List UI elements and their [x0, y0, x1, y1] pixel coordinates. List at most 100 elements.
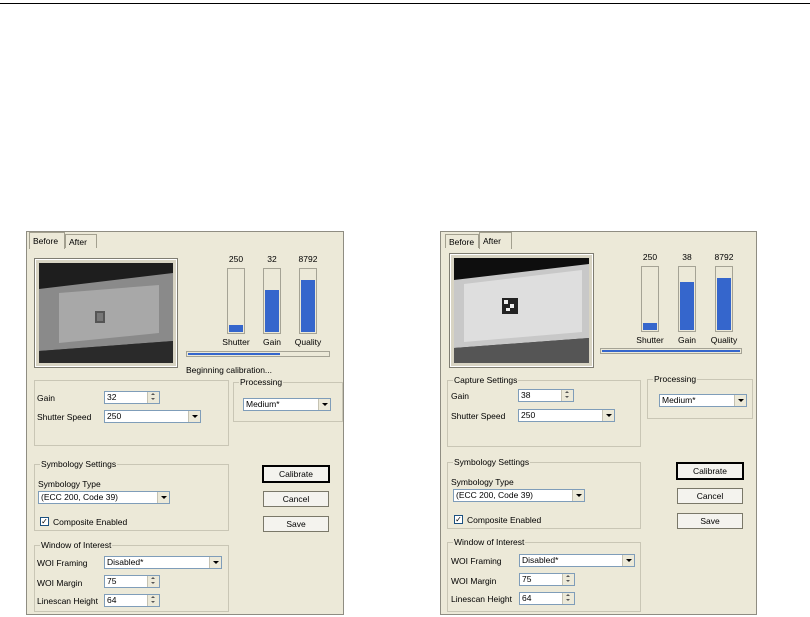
progress-fill — [602, 350, 740, 352]
camera-image-panel — [449, 253, 594, 368]
processing-value: Medium* — [662, 395, 696, 405]
processing-value: Medium* — [246, 399, 280, 409]
gain-settings-group: Gain 32 Shutter Speed 250 — [34, 380, 229, 446]
calibration-progress-bar — [600, 348, 742, 354]
spinner-arrows-icon[interactable] — [561, 390, 573, 401]
woi-title: Window of Interest — [40, 540, 113, 550]
gain-spinner[interactable]: 38 — [518, 389, 574, 402]
shutter-speed-label: Shutter Speed — [451, 411, 506, 421]
quality-value: 8792 — [298, 254, 318, 264]
page-rule — [0, 3, 810, 4]
quality-value: 8792 — [714, 252, 734, 262]
gain-value: 38 — [682, 252, 692, 262]
shutter-fill — [229, 325, 243, 332]
quality-label: Quality — [294, 337, 322, 347]
woi-margin-spinner[interactable]: 75 — [519, 573, 575, 586]
quality-fill — [717, 278, 731, 330]
chevron-down-icon[interactable] — [318, 399, 330, 410]
woi-framing-value: Disabled* — [522, 555, 559, 565]
capture-settings-group: Capture Settings Gain 38 Shutter Speed 2… — [447, 375, 641, 447]
shutter-speed-value: 250 — [521, 410, 536, 420]
tab-after[interactable]: After — [479, 232, 512, 249]
shutter-value: 250 — [228, 254, 244, 264]
symbology-type-value: (ECC 200, Code 39) — [456, 490, 534, 500]
spinner-arrows-icon[interactable] — [147, 392, 159, 403]
quality-track — [715, 266, 733, 332]
chevron-down-icon[interactable] — [157, 492, 169, 503]
composite-enabled-label: Composite Enabled — [53, 517, 128, 527]
woi-margin-value: 75 — [522, 574, 532, 584]
capture-settings-title: Capture Settings — [453, 375, 519, 385]
woi-margin-spinner[interactable]: 75 — [104, 575, 160, 588]
spinner-arrows-icon[interactable] — [562, 593, 574, 604]
save-button[interactable]: Save — [263, 516, 329, 532]
woi-framing-label: WOI Framing — [451, 556, 502, 566]
symbology-type-label: Symbology Type — [38, 479, 101, 489]
gain-label: Gain — [678, 335, 696, 345]
shutter-value: 250 — [642, 252, 658, 262]
composite-checkbox[interactable]: ✓ — [40, 517, 49, 526]
linescan-height-value: 64 — [107, 595, 117, 605]
cancel-button[interactable]: Cancel — [677, 488, 743, 504]
shutter-fill — [643, 323, 657, 330]
spinner-arrows-icon[interactable] — [147, 595, 159, 606]
spinner-arrows-icon[interactable] — [562, 574, 574, 585]
gain-track — [678, 266, 696, 332]
gain-field-label: Gain — [451, 391, 469, 401]
gain-track — [263, 268, 281, 334]
processing-title: Processing — [239, 377, 284, 387]
symbology-type-select[interactable]: (ECC 200, Code 39) — [453, 489, 585, 502]
linescan-height-spinner[interactable]: 64 — [104, 594, 160, 607]
gain-field-label: Gain — [37, 393, 55, 403]
processing-select[interactable]: Medium* — [659, 394, 747, 407]
chevron-down-icon[interactable] — [209, 557, 221, 568]
chevron-down-icon[interactable] — [188, 411, 200, 422]
shutter-speed-select[interactable]: 250 — [104, 410, 201, 423]
gain-fill — [680, 282, 694, 330]
shutter-track — [227, 268, 245, 334]
tab-before[interactable]: Before — [29, 232, 65, 249]
woi-framing-select[interactable]: Disabled* — [104, 556, 222, 569]
chevron-down-icon[interactable] — [622, 555, 634, 566]
chevron-down-icon[interactable] — [602, 410, 614, 421]
symbology-type-value: (ECC 200, Code 39) — [41, 492, 119, 502]
shutter-speed-value: 250 — [107, 411, 122, 421]
linescan-height-label: Linescan Height — [37, 596, 98, 606]
calibration-dialog-before: Before After 250 Shutter 32 Gain 8792 Qu… — [26, 231, 344, 615]
gain-spinner[interactable]: 32 — [104, 391, 160, 404]
shutter-label: Shutter — [636, 335, 664, 345]
processing-group: Processing Medium* — [233, 377, 343, 422]
chevron-down-icon[interactable] — [572, 490, 584, 501]
woi-framing-label: WOI Framing — [37, 558, 88, 568]
calibrate-button[interactable]: Calibrate — [262, 465, 330, 483]
shutter-speed-label: Shutter Speed — [37, 412, 92, 422]
shutter-speed-select[interactable]: 250 — [518, 409, 615, 422]
camera-image — [454, 258, 589, 363]
cancel-button[interactable]: Cancel — [263, 491, 329, 507]
status-text: Beginning calibration... — [186, 365, 273, 375]
tab-before[interactable]: Before — [445, 234, 479, 248]
symbology-type-select[interactable]: (ECC 200, Code 39) — [38, 491, 170, 504]
quality-track — [299, 268, 317, 334]
progress-fill — [188, 353, 280, 355]
processing-title: Processing — [653, 374, 698, 384]
camera-image — [39, 263, 173, 363]
calibration-dialog-after: Before After 250 Shutter 38 Gain 8792 Qu… — [440, 231, 757, 615]
woi-title: Window of Interest — [453, 537, 526, 547]
calibrate-button[interactable]: Calibrate — [676, 462, 744, 480]
symbology-title: Symbology Settings — [453, 457, 531, 467]
tab-after[interactable]: After — [65, 234, 97, 248]
processing-select[interactable]: Medium* — [243, 398, 331, 411]
camera-image-panel — [34, 258, 178, 368]
spinner-arrows-icon[interactable] — [147, 576, 159, 587]
shutter-track — [641, 266, 659, 332]
save-button[interactable]: Save — [677, 513, 743, 529]
gain-fill — [265, 290, 279, 332]
linescan-height-spinner[interactable]: 64 — [519, 592, 575, 605]
woi-framing-value: Disabled* — [107, 557, 144, 567]
chevron-down-icon[interactable] — [734, 395, 746, 406]
gain-spinner-value: 38 — [521, 390, 531, 400]
linescan-height-value: 64 — [522, 593, 532, 603]
woi-framing-select[interactable]: Disabled* — [519, 554, 635, 567]
composite-checkbox[interactable]: ✓ — [454, 515, 463, 524]
